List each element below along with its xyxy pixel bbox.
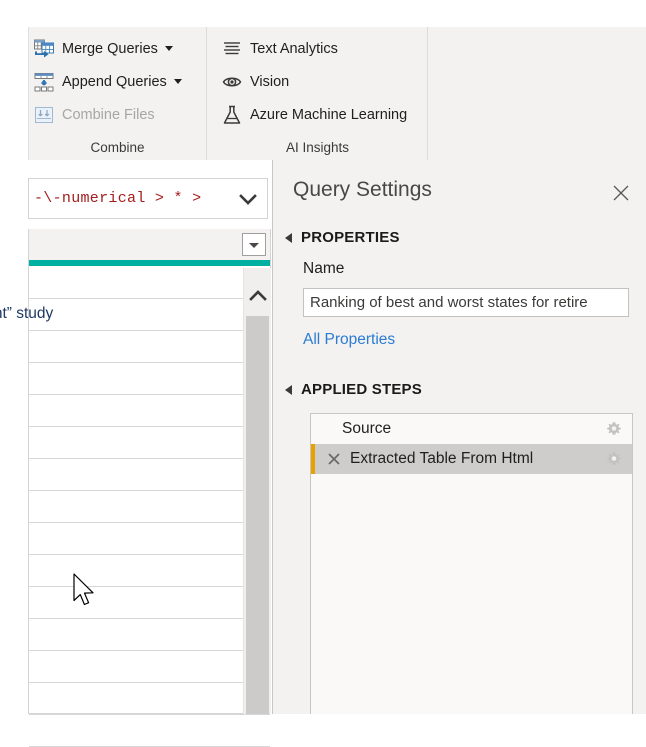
query-name-value: Ranking of best and worst states for ret… [310, 294, 588, 311]
power-query-editor-window: Merge Queries Append Queries Combine Fil… [0, 0, 646, 747]
combine-files-button[interactable]: Combine Files [29, 101, 159, 129]
gear-icon[interactable] [606, 421, 622, 437]
scrollbar-thumb[interactable] [246, 316, 269, 714]
vision-button[interactable]: Vision [217, 68, 293, 96]
table-row[interactable]: ates for retirement” study [0, 298, 270, 331]
step-selection-marker [311, 444, 315, 474]
properties-header-label: PROPERTIES [301, 229, 400, 246]
name-field-label: Name [303, 260, 345, 277]
table-row[interactable] [29, 266, 270, 299]
close-icon[interactable] [608, 180, 634, 206]
table-row[interactable] [29, 618, 270, 651]
applied-steps-section-header[interactable]: APPLIED STEPS [285, 381, 422, 398]
ribbon-group-ai-insights: Text Analytics Vision Azure Machine Lear… [206, 27, 428, 160]
table-row[interactable] [29, 426, 270, 459]
applied-steps-list: Source Extracted Table From Html [310, 413, 633, 714]
formula-bar[interactable]: -\-numerical > * > [28, 178, 268, 219]
applied-steps-header-label: APPLIED STEPS [301, 381, 422, 398]
table-row[interactable] [29, 330, 270, 363]
merge-queries-label: Merge Queries [62, 40, 158, 57]
grid-vertical-scrollbar[interactable] [243, 268, 271, 714]
table-row[interactable] [29, 458, 270, 491]
ribbon-group-ai-insights-label: AI Insights [285, 140, 350, 155]
close-icon[interactable] [326, 451, 342, 467]
azure-machine-learning-label: Azure Machine Learning [250, 106, 408, 123]
table-row[interactable] [29, 490, 270, 523]
query-name-input[interactable]: Ranking of best and worst states for ret… [303, 288, 629, 317]
table-row[interactable] [29, 522, 270, 555]
table-row[interactable] [29, 554, 270, 587]
table-row[interactable] [29, 714, 270, 747]
chevron-down-icon[interactable] [229, 179, 267, 218]
applied-step-label: Source [342, 420, 392, 437]
combine-files-icon [33, 104, 55, 126]
append-queries-button[interactable]: Append Queries [29, 68, 186, 96]
combine-files-label: Combine Files [62, 106, 155, 123]
merge-queries-button[interactable]: Merge Queries [29, 35, 177, 63]
vision-eye-icon [221, 71, 243, 93]
append-queries-icon [33, 71, 55, 93]
table-row[interactable] [29, 682, 270, 715]
applied-step-label: Extracted Table From Html [350, 450, 534, 467]
azure-ml-flask-icon [221, 104, 243, 126]
text-analytics-icon [221, 38, 243, 60]
chevron-up-icon[interactable] [244, 282, 271, 310]
formula-bar-text: -\-numerical > * > [34, 190, 202, 207]
ribbon-group-combine-label: Combine [90, 140, 145, 155]
column-header[interactable] [29, 229, 270, 260]
text-analytics-label: Text Analytics [250, 40, 338, 57]
ribbon-group-combine: Merge Queries Append Queries Combine Fil… [29, 27, 206, 160]
mouse-pointer-cursor [72, 573, 100, 613]
chevron-down-icon[interactable] [173, 79, 182, 84]
applied-step-item[interactable]: Source [311, 414, 632, 444]
applied-step-item[interactable]: Extracted Table From Html [311, 444, 632, 474]
table-row[interactable] [29, 362, 270, 395]
table-row[interactable] [29, 650, 270, 683]
data-grid: ates for retirement” study [0, 229, 271, 747]
triangle-expanded-icon [285, 232, 292, 243]
chevron-down-icon[interactable] [164, 46, 173, 51]
merge-queries-icon [33, 38, 55, 60]
filter-dropdown-icon[interactable] [242, 233, 266, 256]
all-properties-link[interactable]: All Properties [303, 331, 395, 349]
ribbon-group-overflow [427, 27, 646, 160]
gear-icon[interactable] [606, 451, 622, 467]
table-row[interactable] [29, 586, 270, 619]
ribbon: Merge Queries Append Queries Combine Fil… [28, 27, 646, 160]
append-queries-label: Append Queries [62, 73, 167, 90]
query-settings-title: Query Settings [293, 178, 432, 201]
table-cell: ates for retirement” study [0, 305, 54, 322]
step-selection-marker [311, 414, 315, 444]
grid-rows: ates for retirement” study [0, 266, 270, 747]
triangle-expanded-icon [285, 384, 292, 395]
table-row[interactable] [29, 394, 270, 427]
properties-section-header[interactable]: PROPERTIES [285, 229, 400, 246]
azure-machine-learning-button[interactable]: Azure Machine Learning [217, 101, 411, 129]
text-analytics-button[interactable]: Text Analytics [217, 35, 342, 63]
vision-label: Vision [250, 73, 290, 90]
